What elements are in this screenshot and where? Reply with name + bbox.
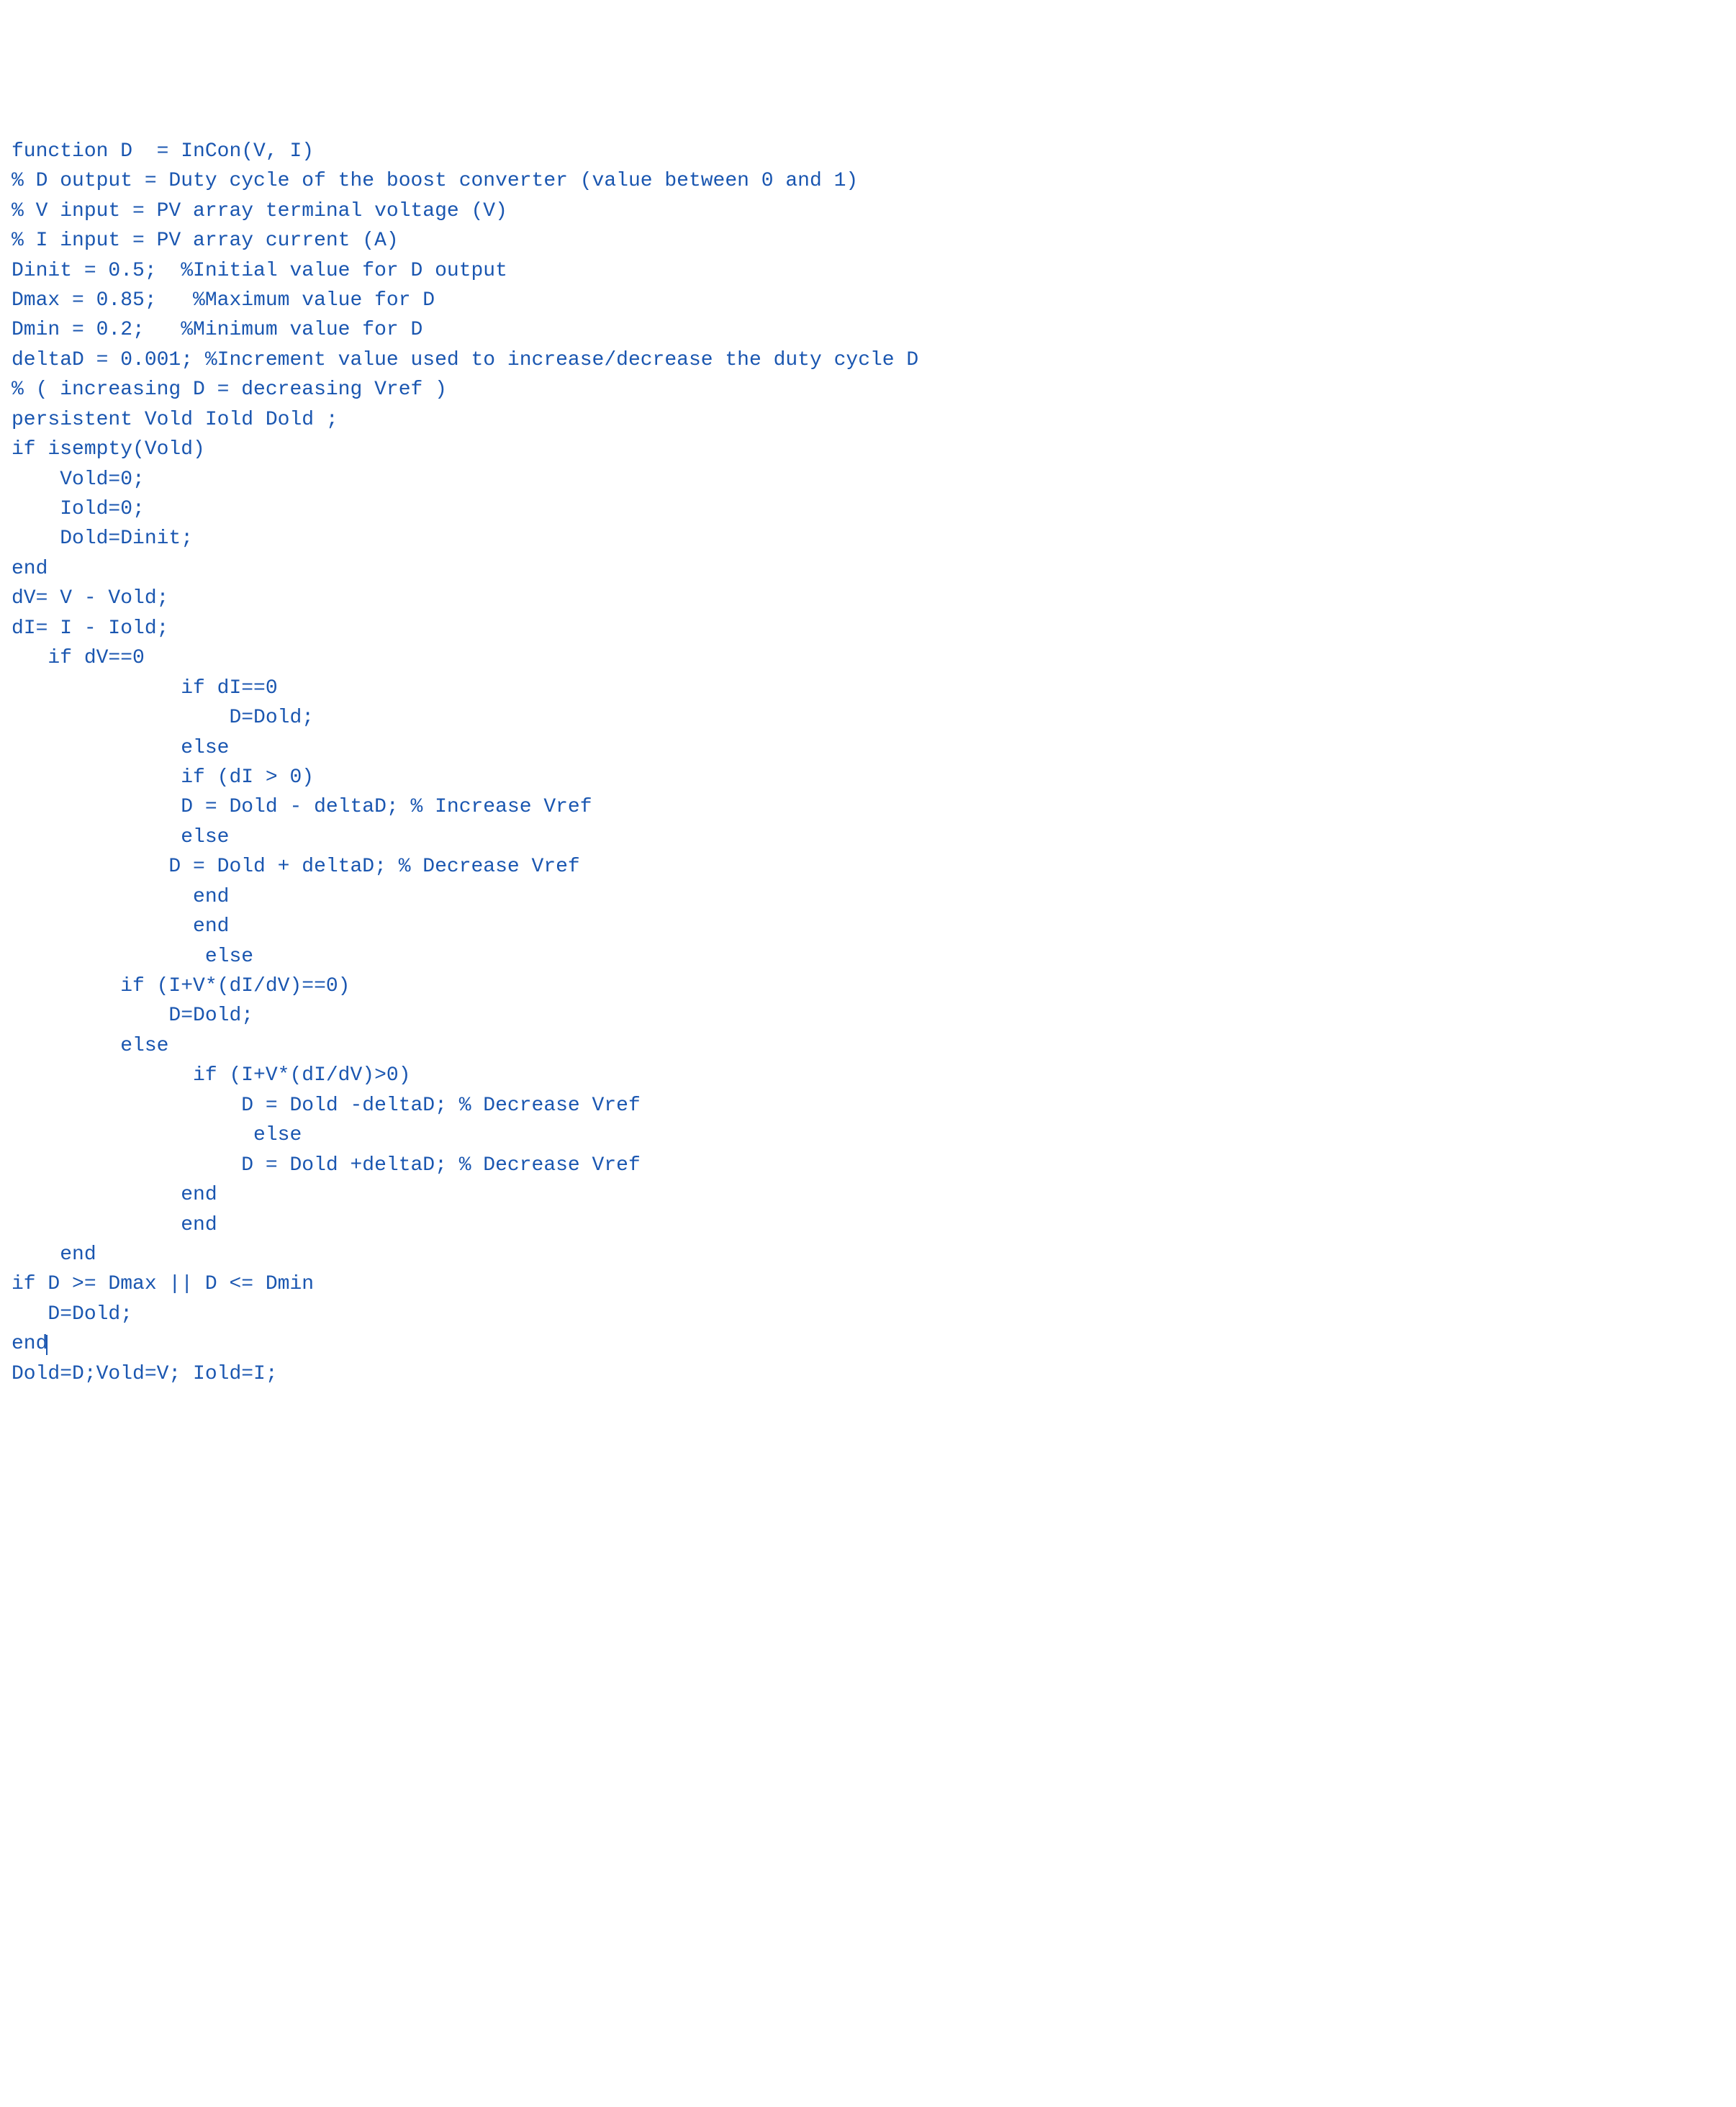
code-line: else — [12, 737, 229, 759]
text-cursor — [46, 1335, 48, 1355]
code-line: D=Dold; — [12, 707, 314, 729]
code-line: Dinit = 0.5; %Initial value for D output — [12, 260, 507, 282]
code-line: % I input = PV array current (A) — [12, 230, 399, 252]
code-line: D = Dold -deltaD; % Decrease Vref — [12, 1095, 641, 1117]
code-line: D = Dold +deltaD; % Decrease Vref — [12, 1154, 641, 1177]
code-line: if dV==0 — [12, 647, 145, 669]
code-line: end — [12, 915, 229, 938]
code-line: end — [12, 1214, 217, 1236]
code-line: else — [12, 826, 229, 848]
code-line: persistent Vold Iold Dold ; — [12, 409, 338, 431]
code-line: Dmin = 0.2; %Minimum value for D — [12, 319, 422, 341]
code-line: dV= V - Vold; — [12, 587, 168, 610]
code-line: dI= I - Iold; — [12, 617, 168, 640]
code-line: else — [12, 946, 253, 968]
code-line: function D = InCon(V, I) — [12, 140, 314, 163]
code-line: if (dI > 0) — [12, 766, 314, 789]
code-line: D=Dold; — [12, 1005, 253, 1027]
code-line: % V input = PV array terminal voltage (V… — [12, 200, 507, 222]
code-block: function D = InCon(V, I) % D output = Du… — [12, 137, 1724, 1389]
code-line: end — [12, 1184, 217, 1206]
code-line: Iold=0; — [12, 498, 145, 520]
code-line: Dmax = 0.85; %Maximum value for D — [12, 289, 435, 312]
code-line: if dI==0 — [12, 677, 278, 699]
code-line: % D output = Duty cycle of the boost con… — [12, 170, 858, 192]
code-line: if (I+V*(dI/dV)==0) — [12, 975, 350, 997]
code-line: Dold=D;Vold=V; Iold=I; — [12, 1363, 278, 1385]
code-line: end — [12, 886, 229, 908]
code-line: if isempty(Vold) — [12, 438, 205, 461]
code-line: end — [12, 558, 48, 580]
code-line: else — [12, 1124, 302, 1146]
code-line: if (I+V*(dI/dV)>0) — [12, 1064, 411, 1087]
code-line: end — [12, 1333, 48, 1355]
code-line: else — [12, 1035, 168, 1057]
code-line: D = Dold + deltaD; % Decrease Vref — [12, 856, 580, 878]
code-line: if D >= Dmax || D <= Dmin — [12, 1273, 314, 1295]
code-line: D=Dold; — [12, 1303, 132, 1326]
code-line: deltaD = 0.001; %Increment value used to… — [12, 349, 918, 371]
code-line: Dold=Dinit; — [12, 527, 193, 550]
code-line: Vold=0; — [12, 468, 145, 491]
code-line: D = Dold - deltaD; % Increase Vref — [12, 796, 592, 818]
code-line: end — [12, 1243, 96, 1266]
code-line: % ( increasing D = decreasing Vref ) — [12, 379, 447, 401]
